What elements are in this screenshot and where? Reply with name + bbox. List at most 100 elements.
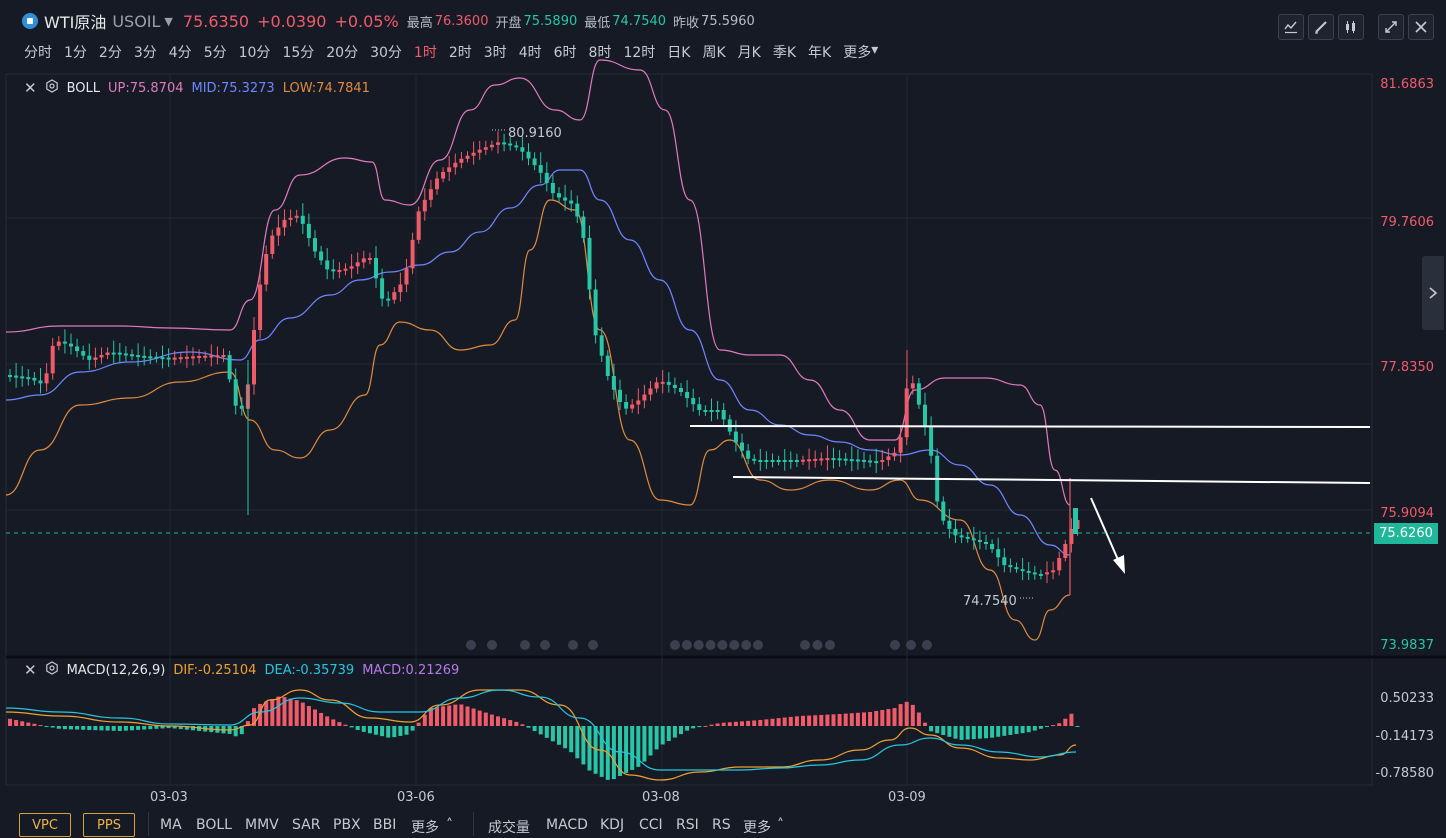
time-axis-label: 03-06 — [397, 790, 435, 805]
chevron-right-icon — [1429, 287, 1438, 299]
macd-dea: DEA:-0.35739 — [264, 662, 355, 678]
sub-indicator-item[interactable]: 成交量 — [488, 817, 530, 837]
candle-body — [32, 377, 37, 381]
macd-bar — [300, 702, 305, 726]
chevron-up-icon[interactable]: ˄ — [777, 817, 784, 833]
main-indicator-item[interactable]: BOLL — [196, 817, 232, 833]
candle-body — [300, 215, 305, 224]
candle-body — [1045, 572, 1049, 575]
macd-bar — [105, 726, 110, 731]
candle-body — [117, 352, 122, 355]
candle-body — [953, 528, 958, 536]
macd-bar — [526, 726, 531, 728]
macd-bar — [819, 714, 824, 726]
macd-bar — [550, 726, 555, 742]
macd-bar — [849, 713, 854, 726]
candle-body — [520, 147, 525, 152]
event-marker — [705, 640, 716, 650]
macd-bar — [233, 726, 238, 737]
macd-bar — [62, 726, 67, 730]
macd-bar — [782, 717, 787, 726]
sub-indicator-item[interactable]: MACD — [546, 817, 588, 833]
macd-dif: DIF:-0.25104 — [173, 662, 257, 678]
candle-body — [813, 458, 818, 461]
candle-body — [782, 460, 787, 462]
main-indicator-item[interactable]: MA — [160, 817, 182, 833]
chart-canvas[interactable] — [0, 0, 1446, 838]
macd-bar — [1026, 726, 1031, 733]
candle-body — [746, 450, 751, 459]
high-annotation: 80.9160 — [508, 126, 562, 141]
sub-indicator-item[interactable]: RSI — [676, 817, 699, 833]
main-indicator-item[interactable]: BBI — [373, 817, 396, 833]
candle-body — [666, 381, 671, 385]
macd-bar — [740, 721, 744, 726]
candle-body — [1073, 508, 1078, 534]
macd-bar — [733, 721, 738, 726]
candle-body — [130, 354, 134, 357]
macd-bar — [1014, 726, 1019, 735]
sub-indicator-item[interactable]: 更多 — [743, 817, 771, 837]
macd-bar — [770, 718, 775, 726]
macd-bar — [288, 698, 293, 726]
macd-bar — [276, 696, 281, 726]
macd-bar — [1002, 726, 1007, 736]
macd-bar — [801, 715, 805, 726]
event-marker — [890, 640, 900, 650]
candle-body — [313, 238, 317, 252]
remove-indicator-icon[interactable]: ✕ — [24, 79, 37, 97]
macd-bar — [136, 726, 141, 730]
sub-indicator-item[interactable]: CCI — [639, 817, 663, 833]
main-indicator-item[interactable]: SAR — [292, 817, 320, 833]
vpc-button[interactable]: VPC — [19, 813, 71, 837]
main-indicator-item[interactable]: MMV — [245, 817, 279, 833]
macd-bar — [313, 709, 317, 726]
settings-icon[interactable] — [45, 79, 59, 97]
candle-body — [557, 193, 561, 198]
macd-bar — [892, 708, 897, 726]
macd-bar — [1057, 723, 1062, 726]
candle-body — [203, 355, 208, 358]
candle-body — [258, 284, 263, 330]
candle-body — [172, 357, 177, 360]
macd-bar — [660, 726, 665, 745]
candle-body — [611, 376, 616, 390]
candle-body — [849, 459, 854, 462]
candle-body — [587, 237, 592, 290]
candle-body — [453, 162, 458, 168]
event-marker — [466, 640, 476, 650]
candle-body — [221, 355, 226, 358]
macd-bar — [386, 726, 391, 738]
chevron-up-icon[interactable]: ˄ — [446, 817, 453, 833]
main-indicator-item[interactable]: 更多 — [411, 817, 439, 837]
candle-body — [929, 426, 934, 456]
sub-indicator-item[interactable]: RS — [712, 817, 731, 833]
macd-bar — [483, 712, 488, 726]
macd-bar — [264, 701, 269, 726]
main-indicator-item[interactable]: PBX — [333, 817, 361, 833]
macd-bar — [453, 704, 458, 726]
macd-bar — [398, 726, 403, 736]
macd-bar — [410, 726, 415, 731]
remove-macd-icon[interactable]: ✕ — [24, 661, 37, 679]
sub-indicator-item[interactable]: KDJ — [600, 817, 624, 833]
pps-button[interactable]: PPS — [83, 813, 135, 837]
side-panel-toggle[interactable] — [1422, 256, 1444, 330]
macd-bar — [544, 726, 549, 738]
low-annotation: 74.7540 — [963, 594, 1017, 609]
macd-settings-icon[interactable] — [45, 661, 59, 679]
candle-body — [862, 459, 866, 462]
candle-body — [441, 171, 446, 179]
macd-bar — [984, 726, 988, 739]
candle-body — [62, 341, 67, 344]
macd-bar — [947, 726, 952, 737]
macd-bar — [898, 704, 903, 726]
macd-bar — [331, 719, 336, 726]
macd-bar — [69, 726, 73, 730]
macd-bar — [648, 726, 653, 756]
macd-axis-label: -0.78580 — [1375, 766, 1434, 781]
event-marker — [588, 640, 598, 650]
macd-bar — [81, 726, 86, 730]
macd-bar — [380, 726, 385, 737]
candle-body — [764, 460, 769, 462]
